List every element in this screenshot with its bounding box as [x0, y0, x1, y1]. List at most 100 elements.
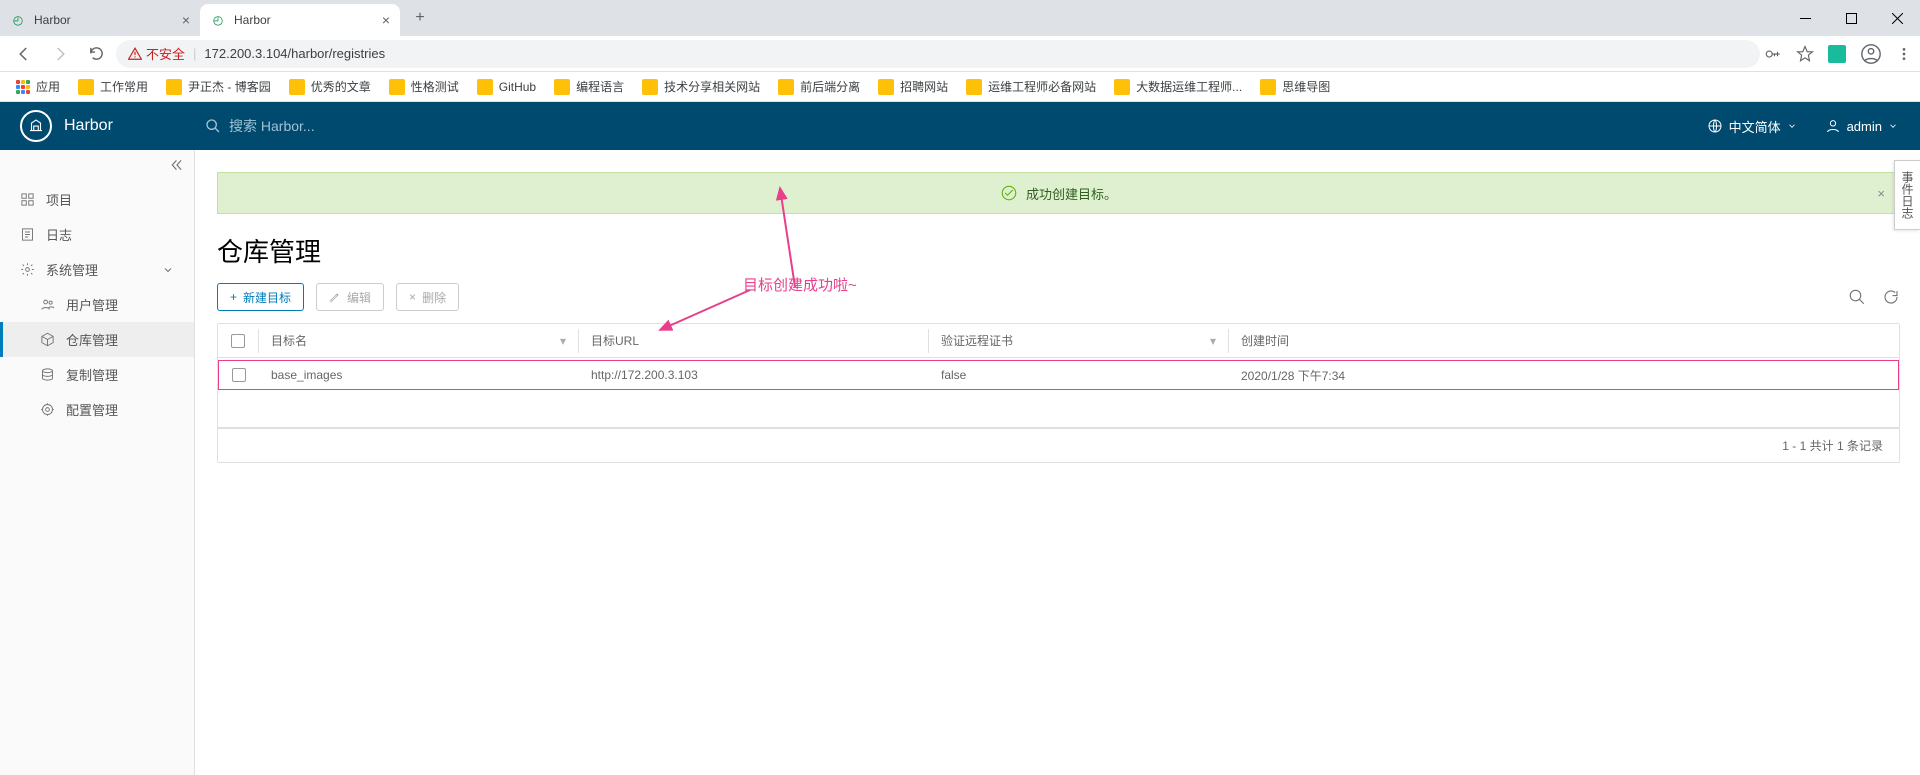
address-bar: 不安全 | 172.200.3.104/harbor/registries [0, 36, 1920, 72]
star-icon[interactable] [1796, 45, 1814, 63]
globe-icon [1707, 118, 1723, 134]
folder-icon [166, 79, 182, 95]
filter-icon[interactable]: ▾ [1210, 334, 1216, 348]
sidebar-item-label: 项目 [46, 190, 72, 209]
folder-icon [642, 79, 658, 95]
key-icon[interactable] [1764, 45, 1782, 63]
plus-icon: + [230, 290, 237, 304]
close-icon[interactable]: × [182, 12, 190, 28]
folder-icon [78, 79, 94, 95]
table-row[interactable]: base_images http://172.200.3.103 false 2… [218, 360, 1899, 390]
reload-button[interactable] [80, 38, 112, 70]
success-alert: 成功创建目标。 × [217, 172, 1900, 214]
sidebar-item-label: 配置管理 [66, 400, 118, 419]
folder-icon [1260, 79, 1276, 95]
folder-icon [878, 79, 894, 95]
cell-name: base_images [259, 368, 579, 382]
folder-icon [289, 79, 305, 95]
search-input[interactable]: 搜索 Harbor... [195, 116, 315, 136]
select-all-checkbox[interactable] [231, 334, 245, 348]
users-icon [40, 297, 56, 312]
registry-icon [40, 332, 56, 347]
tab-title: Harbor [34, 13, 71, 27]
cell-cert: false [929, 368, 1229, 382]
cell-time: 2020/1/28 下午7:34 [1229, 367, 1898, 384]
close-icon[interactable]: × [382, 12, 390, 28]
apps-button[interactable]: 应用 [8, 74, 68, 99]
sidebar-item-label: 用户管理 [66, 295, 118, 314]
profile-icon[interactable] [1860, 43, 1882, 65]
user-icon [1825, 118, 1841, 134]
app-name: Harbor [64, 117, 113, 135]
projects-icon [20, 192, 36, 207]
bookmark-item[interactable]: GitHub [469, 75, 544, 99]
browser-tabs-bar: ◴ Harbor × ◴ Harbor × + [0, 0, 1920, 36]
bookmark-item[interactable]: 优秀的文章 [281, 74, 379, 99]
bookmark-item[interactable]: 性格测试 [381, 74, 467, 99]
bookmark-item[interactable]: 运维工程师必备网站 [958, 74, 1104, 99]
table-footer: 1 - 1 共计 1 条记录 [218, 428, 1899, 462]
refresh-button[interactable] [1882, 288, 1900, 306]
window-close-button[interactable] [1874, 0, 1920, 36]
forward-button[interactable] [44, 38, 76, 70]
sidebar-item-config[interactable]: 配置管理 [0, 392, 194, 427]
chevron-down-icon [162, 264, 174, 276]
registries-table: 目标名▾ 目标URL 验证远程证书▾ 创建时间 base_images http… [217, 323, 1900, 463]
filter-icon[interactable]: ▾ [560, 334, 566, 348]
user-menu[interactable]: admin [1825, 118, 1898, 134]
menu-icon[interactable] [1896, 46, 1912, 62]
row-checkbox[interactable] [232, 368, 246, 382]
new-target-button[interactable]: + 新建目标 [217, 283, 304, 311]
bookmark-item[interactable]: 大数据运维工程师... [1106, 74, 1250, 99]
address-field[interactable]: 不安全 | 172.200.3.104/harbor/registries [116, 40, 1760, 68]
sidebar-item-replication[interactable]: 复制管理 [0, 357, 194, 392]
search-toggle-button[interactable] [1848, 288, 1866, 306]
app-header: Harbor 搜索 Harbor... 中文简体 admin [0, 102, 1920, 150]
table-header: 目标名▾ 目标URL 验证远程证书▾ 创建时间 [218, 324, 1899, 358]
sidebar-item-users[interactable]: 用户管理 [0, 287, 194, 322]
collapse-sidebar-button[interactable] [170, 158, 184, 172]
sidebar-item-projects[interactable]: 项目 [0, 182, 194, 217]
window-maximize-button[interactable] [1828, 0, 1874, 36]
bookmark-item[interactable]: 编程语言 [546, 74, 632, 99]
bookmark-item[interactable]: 思维导图 [1252, 74, 1338, 99]
browser-tab-0[interactable]: ◴ Harbor × [0, 4, 200, 36]
column-header-name[interactable]: 目标名▾ [258, 329, 578, 353]
back-button[interactable] [8, 38, 40, 70]
logs-icon [20, 227, 36, 242]
window-minimize-button[interactable] [1782, 0, 1828, 36]
delete-button[interactable]: × 删除 [396, 283, 459, 311]
edit-button[interactable]: 编辑 [316, 283, 384, 311]
replication-icon [40, 367, 56, 382]
harbor-logo-icon [20, 110, 52, 142]
page-title: 仓库管理 [217, 232, 1900, 269]
x-icon: × [409, 290, 416, 304]
sidebar-item-label: 复制管理 [66, 365, 118, 384]
bookmark-item[interactable]: 技术分享相关网站 [634, 74, 768, 99]
apps-icon [16, 80, 30, 94]
bookmark-item[interactable]: 尹正杰 - 博客园 [158, 74, 279, 99]
bookmark-item[interactable]: 前后端分离 [770, 74, 868, 99]
alert-close-button[interactable]: × [1877, 186, 1885, 201]
bookmark-item[interactable]: 工作常用 [70, 74, 156, 99]
alert-text: 成功创建目标。 [1026, 184, 1117, 203]
sidebar-item-admin[interactable]: 系统管理 [0, 252, 194, 287]
pencil-icon [329, 291, 341, 303]
browser-tab-1[interactable]: ◴ Harbor × [200, 4, 400, 36]
sidebar-item-logs[interactable]: 日志 [0, 217, 194, 252]
bookmark-item[interactable]: 招聘网站 [870, 74, 956, 99]
language-selector[interactable]: 中文简体 [1707, 117, 1797, 136]
sidebar-item-registries[interactable]: 仓库管理 [0, 322, 194, 357]
folder-icon [1114, 79, 1130, 95]
harbor-favicon-icon: ◴ [10, 12, 26, 28]
extension-icon[interactable] [1828, 45, 1846, 63]
column-header-url[interactable]: 目标URL [578, 329, 928, 353]
column-header-cert[interactable]: 验证远程证书▾ [928, 329, 1228, 353]
new-tab-button[interactable]: + [406, 4, 434, 32]
column-header-time[interactable]: 创建时间 [1228, 329, 1899, 353]
event-log-tab[interactable]: 事件日志 [1894, 160, 1920, 230]
warning-icon [128, 47, 142, 61]
folder-icon [554, 79, 570, 95]
check-circle-icon [1000, 184, 1018, 202]
sidebar-item-label: 仓库管理 [66, 330, 118, 349]
